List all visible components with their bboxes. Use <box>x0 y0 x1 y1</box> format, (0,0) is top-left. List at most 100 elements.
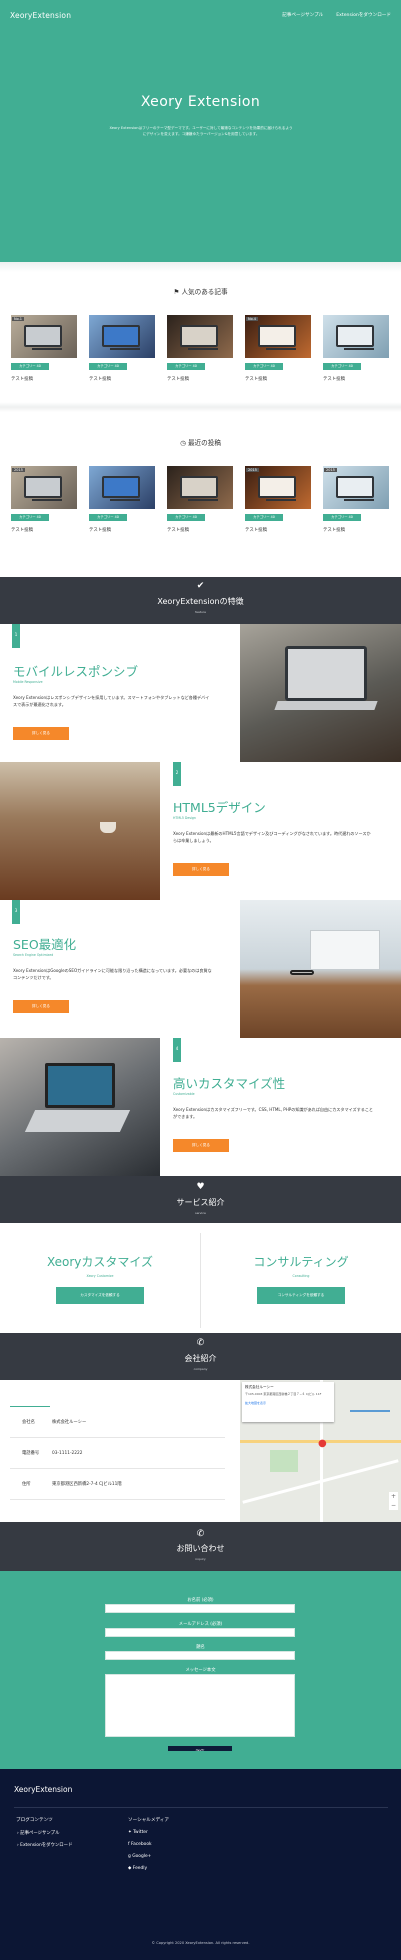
post-title[interactable]: テスト投稿 <box>89 527 155 533</box>
name-input[interactable] <box>105 1604 295 1613</box>
category-badge[interactable]: カテゴリー 40 <box>11 514 49 521</box>
recent-card[interactable]: カテゴリー 40 テスト投稿 <box>89 466 155 533</box>
message-textarea[interactable] <box>105 1674 295 1737</box>
popular-card[interactable]: No.4 カテゴリー 40 テスト投稿 <box>245 315 311 382</box>
map-zoom-control[interactable]: + − <box>389 1492 398 1510</box>
category-badge[interactable]: カテゴリー 40 <box>89 363 127 370</box>
post-title[interactable]: テスト投稿 <box>245 527 311 533</box>
category-badge[interactable]: カテゴリー 40 <box>323 363 361 370</box>
google-map[interactable]: 株式会社ルーシー 〒105-0003 東京都港区西新橋２丁目７−４ CJビル 1… <box>240 1380 401 1522</box>
feature-subtitle: Search Engine Optimized <box>13 953 54 957</box>
post-title[interactable]: テスト投稿 <box>245 376 311 382</box>
service-request-button[interactable]: カスタマイズを依頼する <box>56 1287 144 1304</box>
nav-item-article-sample[interactable]: 記事ページサンプル <box>282 12 323 18</box>
footer-logo[interactable]: XeoryExtension <box>14 1785 72 1794</box>
services-subtitle: service <box>195 1211 206 1215</box>
feature-number: 4 <box>173 1038 181 1062</box>
map-address: 〒105-0003 東京都港区西新橋２丁目７−４ CJビル 11F <box>245 1392 322 1396</box>
feature-more-button[interactable]: 詳しく見る <box>173 1139 229 1152</box>
footer-link-twitter[interactable]: ✦ Twitter <box>128 1830 148 1835</box>
section-divider <box>0 402 401 412</box>
footer-link-facebook[interactable]: f Facebook <box>128 1842 152 1847</box>
post-title[interactable]: テスト投稿 <box>11 376 77 382</box>
popular-card[interactable]: カテゴリー 40 テスト投稿 <box>89 315 155 382</box>
rank-badge: No.1 <box>12 317 25 321</box>
feature-description: Xeory Extensionは最新のHTML5言語でデザイン及びコーディングが… <box>173 831 371 843</box>
post-title[interactable]: テスト投稿 <box>323 376 389 382</box>
post-thumbnail[interactable] <box>167 466 233 509</box>
company-value: 03-1111-2222 <box>52 1450 83 1456</box>
contact-form-section: お名前 (必須) メールアドレス (必須) 題名 メッセージ本文 送信 <box>0 1571 401 1759</box>
company-row: 住所 東京都港区西新橋2-7-4 CJビル11階 <box>10 1469 225 1500</box>
post-title[interactable]: テスト投稿 <box>167 527 233 533</box>
post-thumbnail[interactable]: 2015 <box>323 466 389 509</box>
email-input[interactable] <box>105 1628 295 1637</box>
popular-card[interactable]: No.1 カテゴリー 40 テスト投稿 <box>11 315 77 382</box>
feature-title: 高いカスタマイズ性 <box>173 1076 286 1091</box>
recent-card[interactable]: 2015 カテゴリー 40 テスト投稿 <box>11 466 77 533</box>
global-nav: 記事ページサンプル Extensionをダウンロード <box>282 12 391 18</box>
post-thumbnail[interactable]: No.4 <box>245 315 311 358</box>
feature-block-2: 2 HTML5デザイン HTML5 Design Xeory Extension… <box>0 762 401 900</box>
company-row: 会社名 株式会社ルーシー <box>10 1407 225 1438</box>
footer-link-googleplus[interactable]: g Google+ <box>128 1854 151 1859</box>
features-title: XeoryExtensionの特徴 <box>157 597 244 606</box>
category-badge[interactable]: カテゴリー 40 <box>167 363 205 370</box>
post-title[interactable]: テスト投稿 <box>11 527 77 533</box>
post-thumbnail[interactable] <box>167 315 233 358</box>
company-subtitle: company <box>193 1367 208 1371</box>
recent-heading: ◷ 最近の投稿 <box>0 437 401 447</box>
service-item: Xeoryカスタマイズ Xeory Customize カスタマイズを依頼する <box>0 1253 200 1304</box>
footer-link-feedly[interactable]: ◆ Feedly <box>128 1866 147 1871</box>
feedly-icon: ◆ <box>128 1866 132 1871</box>
post-thumbnail[interactable]: 2015 <box>245 466 311 509</box>
typing-photo <box>0 1038 160 1176</box>
hero-section: Xeory Extension Xeory Extensionはフリーのテーマ型… <box>0 30 401 262</box>
category-badge[interactable]: カテゴリー 40 <box>323 514 361 521</box>
category-badge[interactable]: カテゴリー 40 <box>167 514 205 521</box>
features-band: ✔ XeoryExtensionの特徴 feature <box>0 577 401 631</box>
feature-title: HTML5デザイン <box>173 800 266 815</box>
site-logo[interactable]: XeoryExtension <box>10 11 71 20</box>
company-key: 会社名 <box>22 1420 35 1425</box>
category-badge[interactable]: カテゴリー 40 <box>245 363 283 370</box>
nav-item-download[interactable]: Extensionをダウンロード <box>336 12 391 18</box>
check-icon: ✔ <box>196 581 205 591</box>
footer-link-download[interactable]: › Extensionをダウンロード <box>17 1842 72 1848</box>
category-badge[interactable]: カテゴリー 40 <box>245 514 283 521</box>
contact-title: お問い合わせ <box>176 1544 225 1553</box>
footer-col1-title: ブログコンテンツ <box>16 1818 53 1823</box>
category-badge[interactable]: カテゴリー 40 <box>11 363 49 370</box>
map-enlarge-link[interactable]: 拡大地図を表示 <box>245 1401 331 1405</box>
post-thumbnail[interactable]: No.1 <box>11 315 77 358</box>
category-badge[interactable]: カテゴリー 40 <box>89 514 127 521</box>
popular-card[interactable]: カテゴリー 40 テスト投稿 <box>167 315 233 382</box>
copyright: © Copyright 2020 XeoryExtension. All rig… <box>151 1941 250 1945</box>
post-title[interactable]: テスト投稿 <box>323 527 389 533</box>
date-badge: 2015 <box>324 468 337 472</box>
feature-block-4: 4 高いカスタマイズ性 Customizable Xeory Extension… <box>0 1038 401 1176</box>
recent-card[interactable]: 2015 カテゴリー 40 テスト投稿 <box>323 466 389 533</box>
rank-badge: No.4 <box>246 317 259 321</box>
service-request-button[interactable]: コンサルティングを依頼する <box>257 1287 345 1304</box>
post-title[interactable]: テスト投稿 <box>89 376 155 382</box>
subject-input[interactable] <box>105 1651 295 1660</box>
feature-block-3: 3 SEO最適化 Search Engine Optimized Xeory E… <box>0 900 401 1038</box>
post-thumbnail[interactable] <box>89 466 155 509</box>
recent-card[interactable]: カテゴリー 40 テスト投稿 <box>167 466 233 533</box>
feature-more-button[interactable]: 詳しく見る <box>173 863 229 876</box>
chevron-right-icon: › <box>17 1843 19 1848</box>
footer-link-article-sample[interactable]: › 記事ページサンプル <box>17 1830 59 1836</box>
feature-more-button[interactable]: 詳しく見る <box>13 727 69 740</box>
post-thumbnail[interactable]: 2015 <box>11 466 77 509</box>
contact-band: ✆ お問い合わせ inquiry <box>0 1522 401 1578</box>
feature-more-button[interactable]: 詳しく見る <box>13 1000 69 1013</box>
recent-card[interactable]: 2015 カテゴリー 40 テスト投稿 <box>245 466 311 533</box>
post-thumbnail[interactable] <box>323 315 389 358</box>
post-thumbnail[interactable] <box>89 315 155 358</box>
company-row: 電話番号 03-1111-2222 <box>10 1438 225 1469</box>
popular-card[interactable]: カテゴリー 40 テスト投稿 <box>323 315 389 382</box>
post-title[interactable]: テスト投稿 <box>167 376 233 382</box>
site-footer: XeoryExtension ブログコンテンツ › 記事ページサンプル › Ex… <box>0 1751 401 1960</box>
laptop-photo <box>240 624 401 762</box>
